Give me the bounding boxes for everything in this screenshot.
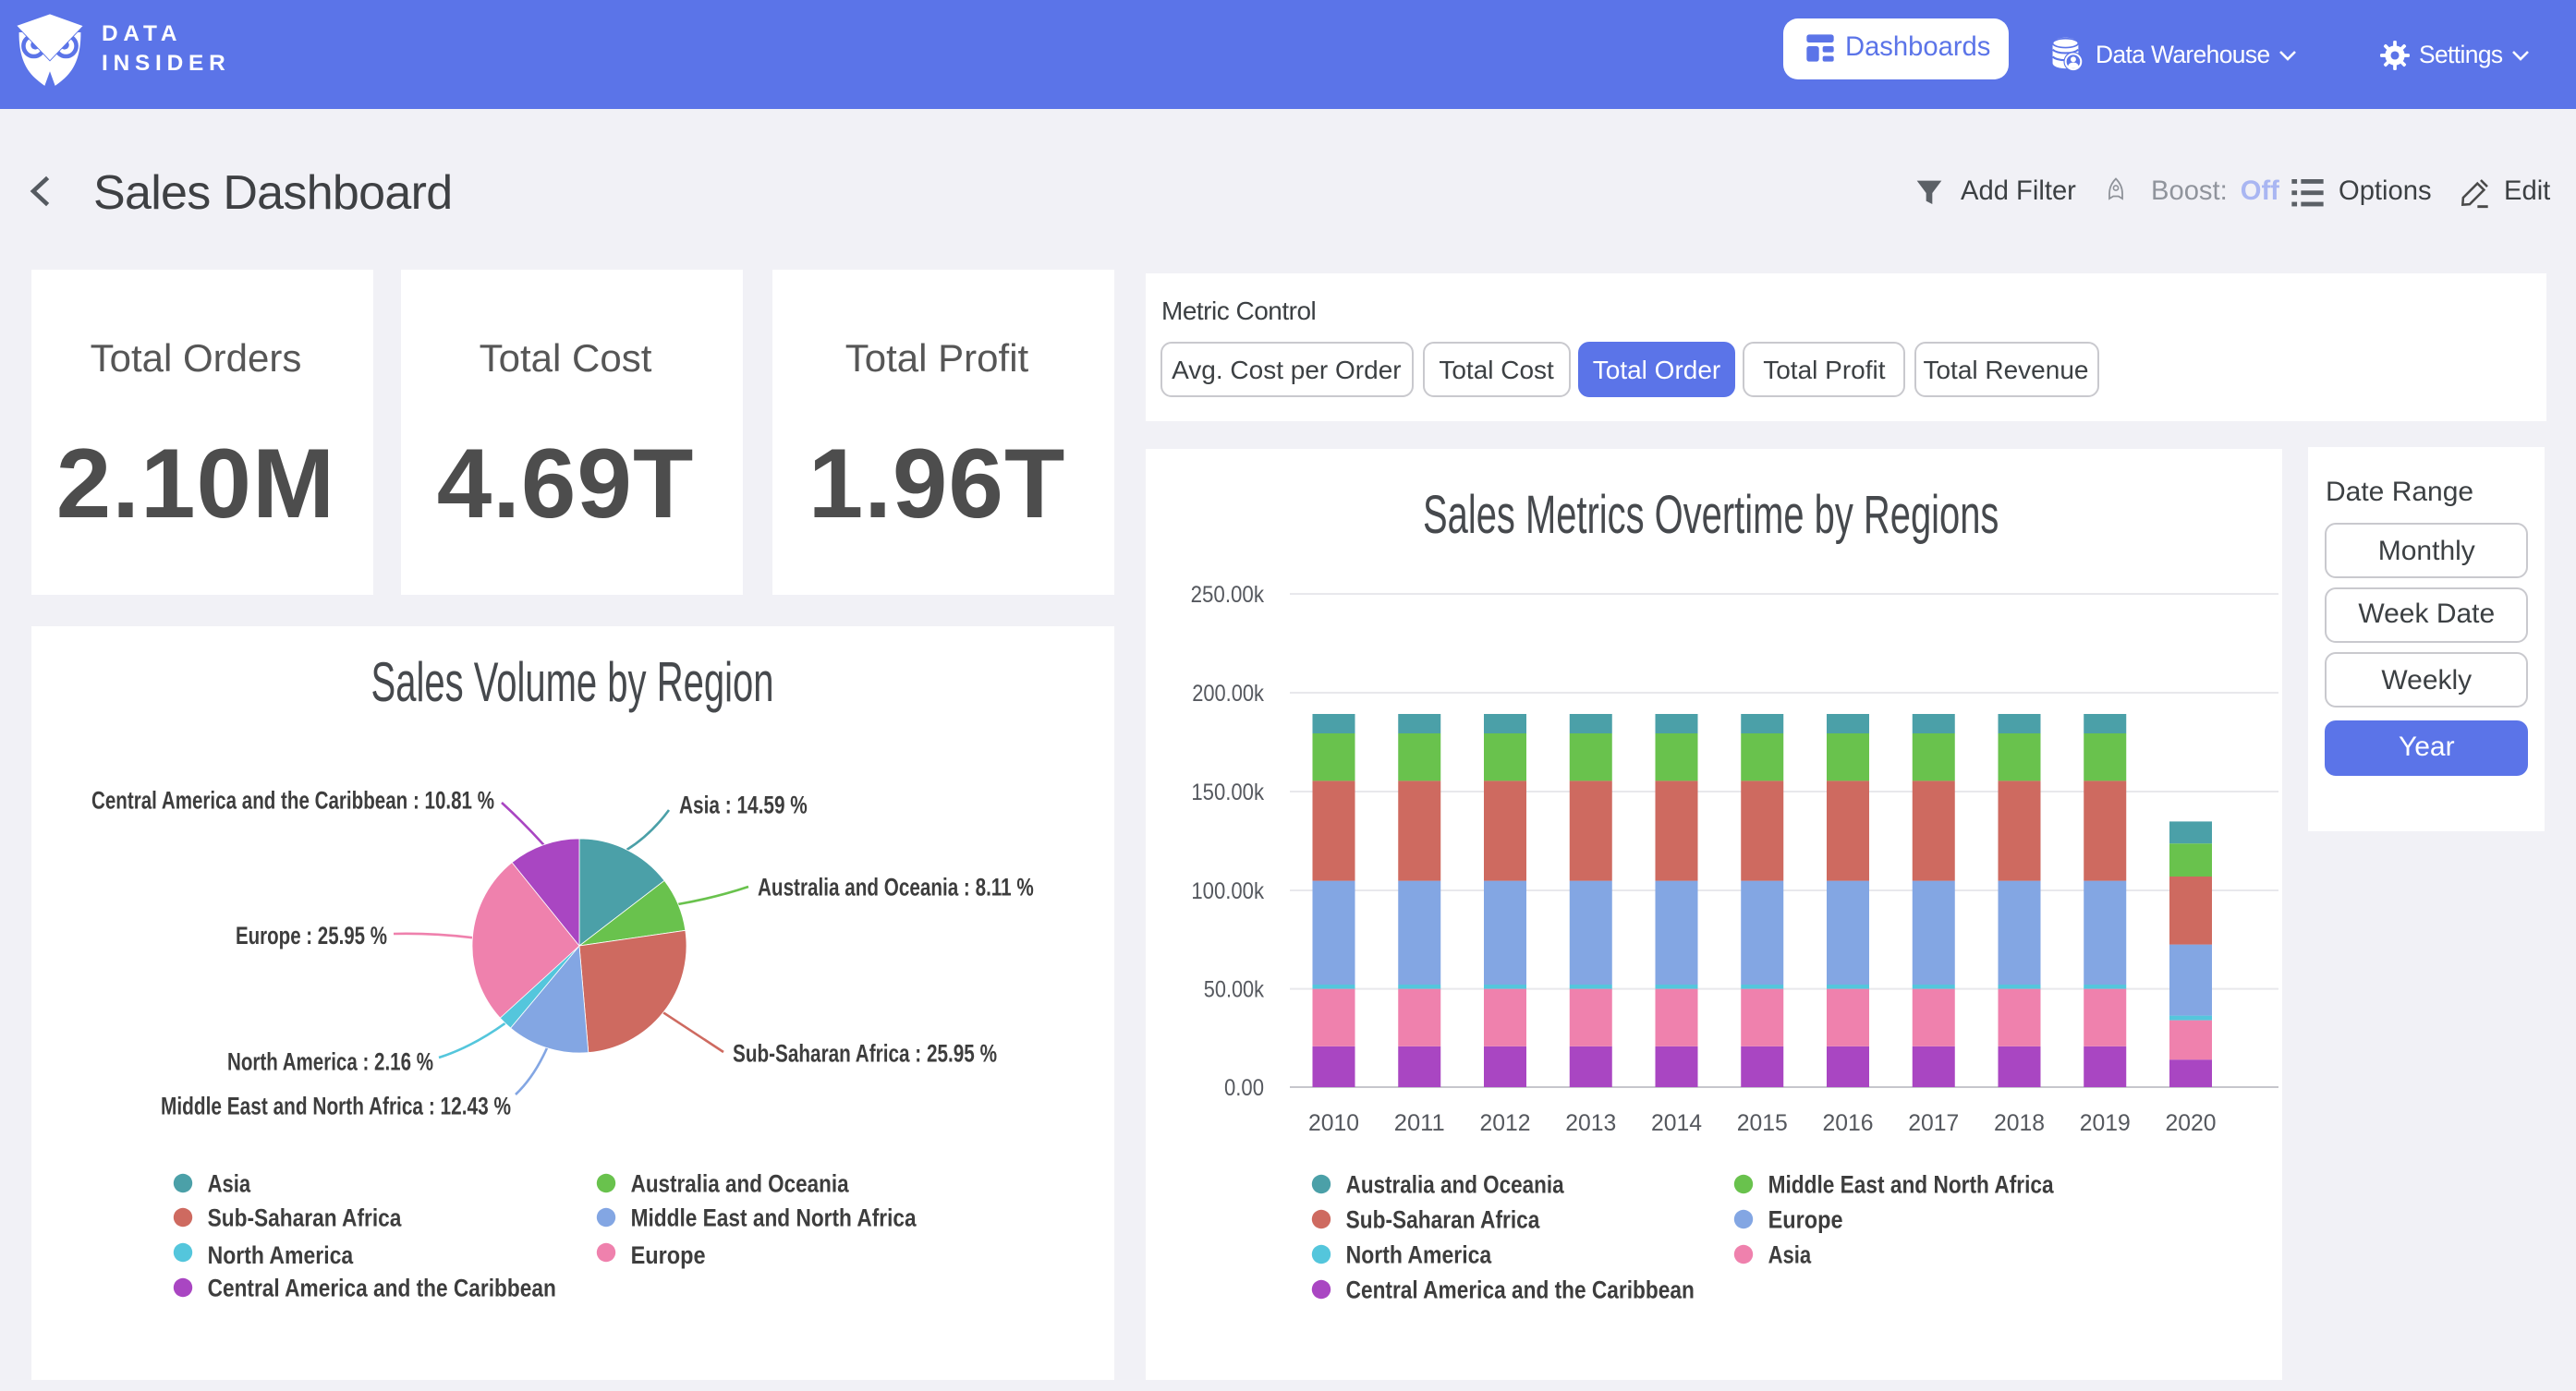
svg-text:2020: 2020 — [2166, 1110, 2217, 1135]
svg-text:Asia: Asia — [208, 1169, 251, 1197]
svg-text:Australia and Oceania : 8.11 %: Australia and Oceania : 8.11 % — [758, 872, 1034, 900]
svg-text:Europe : 25.95 %: Europe : 25.95 % — [236, 921, 387, 949]
svg-text:Sub-Saharan Africa: Sub-Saharan Africa — [208, 1204, 403, 1231]
svg-text:North America: North America — [1346, 1240, 1493, 1268]
svg-text:2010: 2010 — [1308, 1110, 1359, 1135]
svg-text:2018: 2018 — [1994, 1110, 2045, 1135]
svg-text:Central America and the Caribb: Central America and the Caribbean : 10.8… — [91, 785, 494, 813]
svg-text:Central America and the Caribb: Central America and the Caribbean — [1346, 1276, 1695, 1303]
svg-text:50.00k: 50.00k — [1204, 976, 1265, 1001]
svg-text:200.00k: 200.00k — [1192, 681, 1264, 706]
svg-text:Sub-Saharan Africa: Sub-Saharan Africa — [1346, 1205, 1541, 1233]
svg-text:Australia and Oceania: Australia and Oceania — [631, 1169, 850, 1197]
svg-text:Australia and Oceania: Australia and Oceania — [1346, 1170, 1565, 1198]
svg-text:Asia: Asia — [1768, 1240, 1812, 1268]
svg-text:2017: 2017 — [1908, 1110, 1959, 1135]
svg-text:North America : 2.16 %: North America : 2.16 % — [227, 1046, 433, 1074]
svg-text:2015: 2015 — [1737, 1110, 1788, 1135]
svg-text:150.00k: 150.00k — [1191, 780, 1264, 804]
svg-text:Central America and the Caribb: Central America and the Caribbean — [208, 1274, 556, 1301]
svg-text:Sales Metrics Overtime by Regi: Sales Metrics Overtime by Regions — [1423, 484, 1999, 544]
svg-text:2016: 2016 — [1823, 1110, 1874, 1135]
svg-text:0.00: 0.00 — [1224, 1075, 1264, 1100]
svg-text:North America: North America — [208, 1240, 355, 1268]
svg-text:Middle East and North Africa: Middle East and North Africa — [631, 1204, 917, 1231]
svg-text:Europe: Europe — [631, 1240, 706, 1268]
svg-text:2014: 2014 — [1651, 1110, 1702, 1135]
svg-text:2019: 2019 — [2080, 1110, 2131, 1135]
svg-text:Europe: Europe — [1768, 1205, 1843, 1233]
svg-text:2011: 2011 — [1394, 1110, 1445, 1135]
svg-text:Sales Volume by Region: Sales Volume by Region — [371, 650, 774, 712]
svg-text:2012: 2012 — [1480, 1110, 1531, 1135]
svg-text:Sub-Saharan Africa : 25.95 %: Sub-Saharan Africa : 25.95 % — [733, 1038, 997, 1066]
svg-text:Middle East and North Africa :: Middle East and North Africa : 12.43 % — [161, 1091, 511, 1119]
svg-text:100.00k: 100.00k — [1191, 878, 1264, 903]
svg-text:2013: 2013 — [1565, 1110, 1616, 1135]
svg-text:250.00k: 250.00k — [1191, 582, 1265, 607]
svg-text:Middle East and North Africa: Middle East and North Africa — [1768, 1170, 2055, 1198]
svg-text:Asia : 14.59 %: Asia : 14.59 % — [679, 790, 808, 817]
